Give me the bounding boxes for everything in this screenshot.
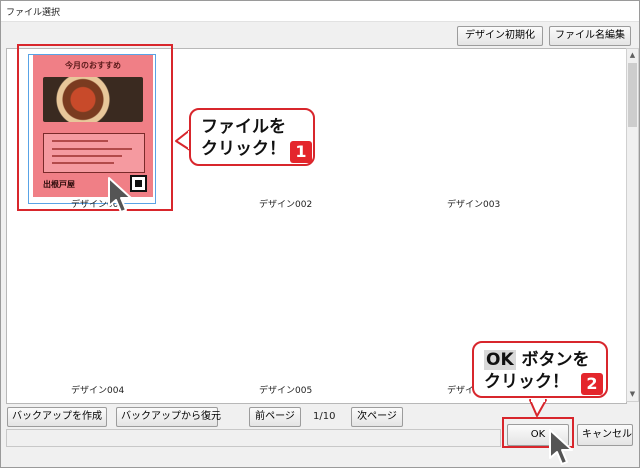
mouse-cursor-icon — [108, 177, 132, 213]
callout1-line1: ファイルを — [201, 117, 286, 137]
vertical-scrollbar[interactable]: ▲ ▼ — [626, 48, 639, 402]
highlight-selected-design — [17, 44, 173, 211]
design-label-2[interactable]: デザイン002 — [259, 197, 312, 210]
step-badge-2: 2 — [581, 373, 603, 395]
restore-backup-button[interactable]: バックアップから復元 — [116, 407, 221, 427]
scrollbar-thumb[interactable] — [628, 63, 637, 127]
window-title: ファイル選択 — [6, 8, 61, 18]
design-label-4[interactable]: デザイン004 — [71, 383, 124, 396]
title-bar: ファイル選択 — [1, 1, 639, 22]
prev-page-button[interactable]: 前ページ — [249, 407, 301, 427]
page-indicator: 1/10 — [313, 411, 336, 422]
mouse-cursor-icon-2 — [549, 429, 573, 465]
callout2-line1: OK ボタンを — [484, 349, 606, 371]
design-label-3[interactable]: デザイン003 — [447, 197, 500, 210]
step-badge-1: 1 — [290, 141, 312, 163]
edit-filename-button[interactable]: ファイル名編集 — [549, 26, 631, 46]
status-bar — [6, 429, 501, 447]
reset-design-button[interactable]: デザイン初期化 — [457, 26, 543, 46]
callout2-ok-word: OK — [484, 350, 516, 370]
scroll-down-icon[interactable]: ▼ — [627, 389, 638, 400]
callout2-line1-rest: ボタンを — [515, 350, 590, 370]
scroll-up-icon[interactable]: ▲ — [627, 50, 638, 61]
cancel-button[interactable]: キャンセル — [577, 424, 633, 446]
design-label-5[interactable]: デザイン005 — [259, 383, 312, 396]
create-backup-button[interactable]: バックアップを作成 — [7, 407, 107, 427]
next-page-button[interactable]: 次ページ — [351, 407, 403, 427]
